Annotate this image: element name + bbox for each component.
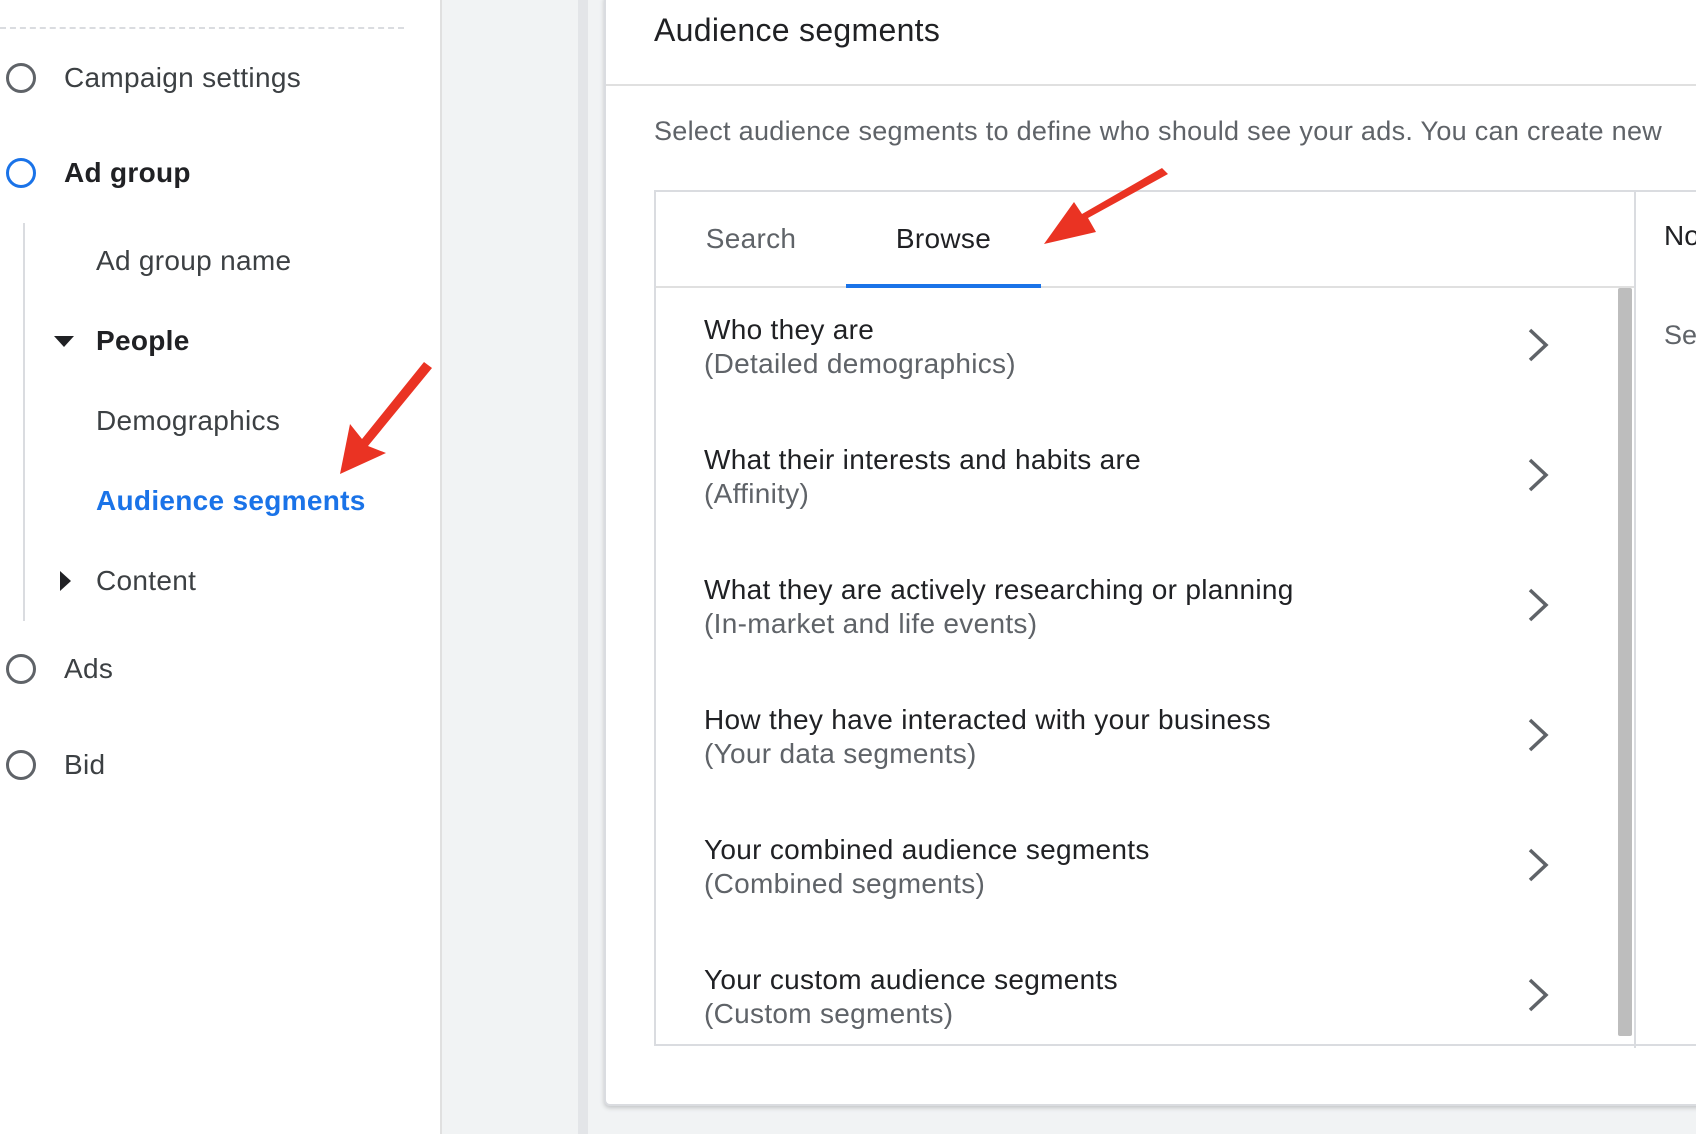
category-subtitle: (In-market and life events): [704, 608, 1038, 639]
card-divider: [606, 84, 1696, 86]
list-item[interactable]: Your combined audience segments (Combine…: [656, 808, 1614, 938]
picker-tabs: Search Browse: [656, 192, 1636, 288]
card-description: Select audience segments to define who s…: [654, 116, 1663, 146]
tab-search[interactable]: Search: [656, 192, 846, 286]
nav-ad-group-name[interactable]: Ad group name: [96, 241, 291, 281]
list-item[interactable]: What they are actively researching or pl…: [656, 548, 1614, 678]
caret-right-icon[interactable]: [60, 571, 71, 591]
category-title: Your custom audience segments: [704, 964, 1118, 995]
chevron-right-icon: [1528, 588, 1549, 622]
step-bid[interactable]: Bid: [6, 741, 105, 789]
category-title: Who they are: [704, 314, 875, 345]
category-title: Your combined audience segments: [704, 834, 1150, 865]
card-title: Audience segments: [654, 12, 941, 48]
chevron-right-icon: [1528, 848, 1549, 882]
step-label: Ad group: [64, 157, 191, 188]
chevron-right-icon: [1528, 978, 1549, 1012]
category-title: What they are actively researching or pl…: [704, 574, 1294, 605]
chevron-right-icon: [1528, 718, 1549, 752]
list-item[interactable]: Who they are (Detailed demographics): [656, 288, 1614, 418]
selected-panel-header: No: [1664, 220, 1696, 251]
category-subtitle: (Affinity): [704, 478, 810, 509]
step-ads[interactable]: Ads: [6, 645, 113, 693]
step-label: Ads: [64, 653, 114, 684]
list-item[interactable]: How they have interacted with your busin…: [656, 678, 1614, 808]
audience-segments-card: Audience segments Select audience segmen…: [604, 0, 1696, 1106]
sidebar-divider: [0, 27, 404, 29]
step-circle-icon: [6, 63, 36, 93]
nav-people[interactable]: People: [96, 321, 190, 361]
browse-category-list: Who they are (Detailed demographics) Wha…: [656, 288, 1614, 1044]
category-subtitle: (Your data segments): [704, 738, 977, 769]
nav-demographics[interactable]: Demographics: [96, 401, 280, 441]
chevron-right-icon: [1528, 328, 1549, 362]
category-subtitle: (Combined segments): [704, 868, 986, 899]
selected-panel-hint: Sel: [1664, 320, 1696, 350]
gutter-bar: [578, 0, 588, 1134]
tree-line: [23, 223, 25, 621]
step-circle-icon: [6, 158, 36, 188]
nav-audience-segments[interactable]: Audience segments: [96, 481, 366, 521]
step-circle-icon: [6, 654, 36, 684]
step-label: Bid: [64, 749, 106, 780]
category-title: How they have interacted with your busin…: [704, 704, 1271, 735]
category-subtitle: (Custom segments): [704, 998, 954, 1029]
nav-content[interactable]: Content: [96, 561, 196, 601]
content-gutter: [442, 0, 588, 1134]
list-item[interactable]: Your custom audience segments (Custom se…: [656, 938, 1614, 1068]
scrollbar-thumb[interactable]: [1618, 288, 1632, 1036]
list-item[interactable]: What their interests and habits are (Aff…: [656, 418, 1614, 548]
screen: Campaign settings Ad group Ad group name…: [0, 0, 1696, 1134]
segment-picker: Search Browse Who they are (Detailed dem…: [654, 190, 1696, 1048]
tab-browse[interactable]: Browse: [846, 192, 1041, 288]
category-subtitle: (Detailed demographics): [704, 348, 1016, 379]
step-campaign-settings[interactable]: Campaign settings: [6, 54, 301, 102]
panel-divider: [1634, 192, 1636, 1048]
category-title: What their interests and habits are: [704, 444, 1141, 475]
step-label: Campaign settings: [64, 62, 302, 93]
step-sidebar: Campaign settings Ad group Ad group name…: [0, 0, 442, 1134]
step-circle-icon: [6, 750, 36, 780]
caret-down-icon[interactable]: [54, 336, 74, 347]
step-ad-group[interactable]: Ad group: [6, 149, 191, 197]
chevron-right-icon: [1528, 458, 1549, 492]
